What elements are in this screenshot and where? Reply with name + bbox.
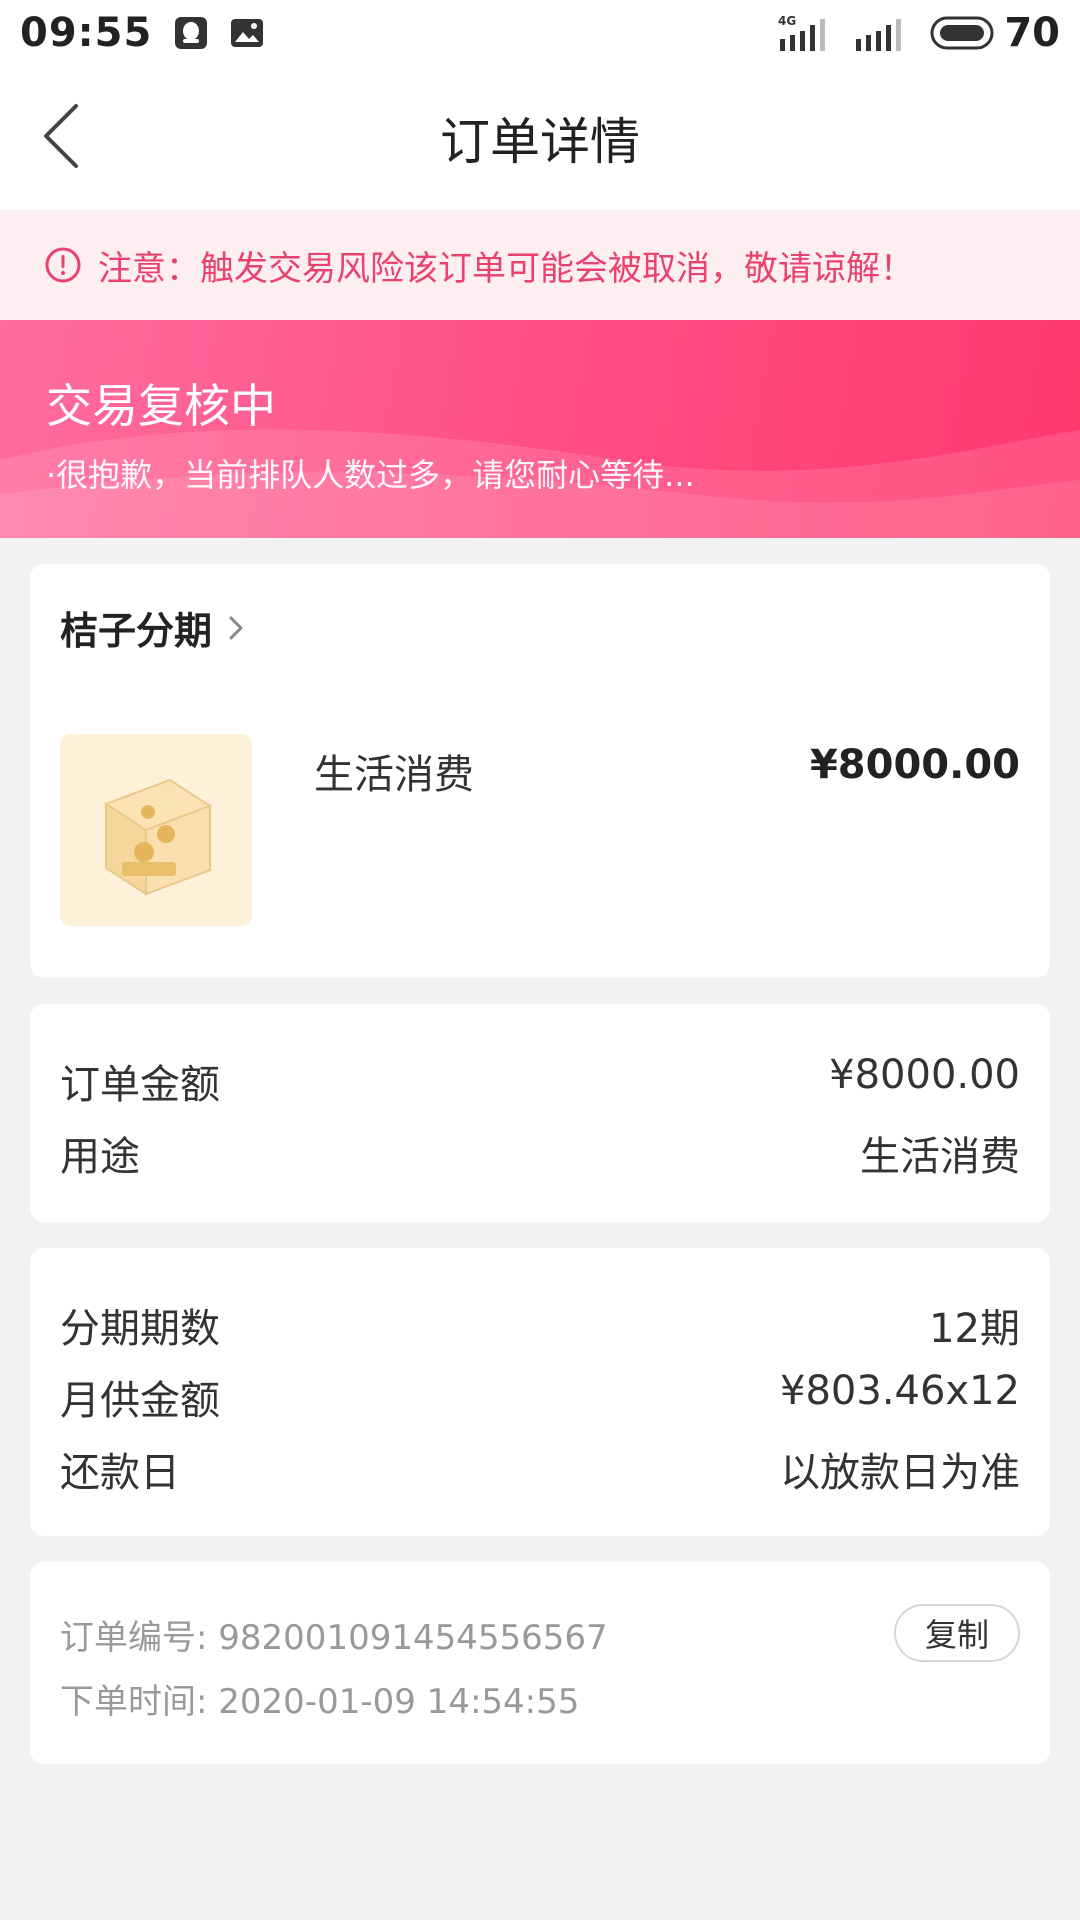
installment-plan-card: 分期期数 12期 月供金额 ¥803.46x12 还款日 以放款日为准	[30, 1248, 1050, 1536]
image-notification-icon	[231, 19, 264, 47]
order-time-label: 下单时间:	[60, 1682, 208, 1722]
chevron-right-icon	[229, 616, 243, 639]
order-number-value: 982001091454556567	[218, 1618, 608, 1658]
status-left: 09:55	[20, 10, 264, 56]
product-card: 桔子分期 生活消费 ¥8000.00	[30, 564, 1050, 978]
product-thumbnail	[60, 734, 252, 926]
row-label: 分期期数	[60, 1306, 220, 1352]
order-amount-row: 订单金额 ¥8000.00	[60, 1052, 1020, 1110]
repayment-day-row: 还款日 以放款日为准	[60, 1440, 1020, 1498]
row-value: 以放款日为准	[780, 1450, 1020, 1496]
signal-icon	[856, 19, 902, 51]
row-value: ¥803.46x12	[780, 1368, 1020, 1414]
coin-box-icon	[103, 778, 213, 896]
battery: 70	[930, 10, 1060, 56]
alert-circle-icon	[45, 247, 81, 283]
installment-count-row: 分期期数 12期	[60, 1296, 1020, 1354]
risk-warning: 注意：触发交易风险该订单可能会被取消，敬请谅解！	[0, 210, 1080, 320]
order-meta-card: 订单编号: 982001091454556567 下单时间: 2020-01-0…	[30, 1562, 1050, 1764]
product-use: 生活消费	[314, 752, 474, 798]
order-time: 下单时间: 2020-01-09 14:54:55	[60, 1674, 579, 1723]
banner-subtitle: ·很抱歉，当前排队人数过多，请您耐心等待...	[46, 456, 695, 494]
signal-4g-icon: 4G	[778, 14, 826, 51]
merchant-link[interactable]: 桔子分期	[60, 600, 246, 655]
network-type: 4G	[778, 14, 796, 28]
copy-button[interactable]: 复制	[894, 1604, 1020, 1662]
purpose-row: 用途 生活消费	[60, 1124, 1020, 1182]
merchant-name: 桔子分期	[60, 609, 213, 653]
row-value: 生活消费	[860, 1134, 1020, 1180]
warning-text: 注意：触发交易风险该订单可能会被取消，敬请谅解！	[98, 248, 914, 289]
order-time-value: 2020-01-09 14:54:55	[218, 1682, 580, 1722]
page-title: 订单详情	[440, 113, 640, 171]
row-value: 12期	[929, 1306, 1020, 1352]
order-number-label: 订单编号:	[60, 1618, 208, 1658]
order-summary-card: 订单金额 ¥8000.00 用途 生活消费	[30, 1004, 1050, 1222]
product-price: ¥8000.00	[809, 742, 1020, 788]
battery-level: 70	[1004, 10, 1060, 56]
battery-icon	[930, 16, 994, 50]
order-number: 订单编号: 982001091454556567	[60, 1610, 608, 1659]
status-time: 09:55	[20, 10, 153, 56]
row-label: 还款日	[60, 1450, 180, 1496]
monthly-payment-row: 月供金额 ¥803.46x12	[60, 1368, 1020, 1426]
nav-bar: 订单详情	[0, 66, 1080, 210]
row-label: 月供金额	[60, 1378, 220, 1424]
back-arrow-icon[interactable]	[38, 100, 90, 172]
row-label: 用途	[60, 1134, 140, 1180]
qq-notification-icon	[175, 17, 208, 49]
banner-title: 交易复核中	[46, 379, 276, 433]
row-value: ¥8000.00	[829, 1052, 1020, 1098]
status-right: 4G 70	[778, 10, 1060, 56]
row-label: 订单金额	[60, 1062, 220, 1108]
status-banner: 交易复核中 ·很抱歉，当前排队人数过多，请您耐心等待...	[0, 320, 1080, 538]
status-bar: 09:55 4G 70	[0, 0, 1080, 66]
